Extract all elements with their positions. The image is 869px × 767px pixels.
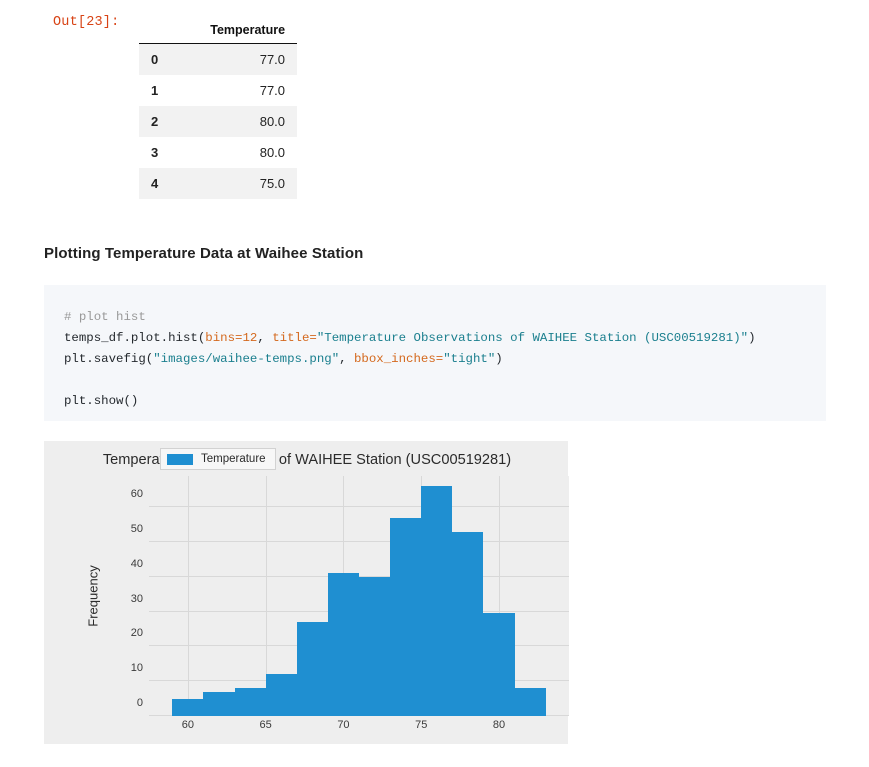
table-body: 0 77.0 1 77.0 2 80.0 3 80.0 4 75.0	[139, 43, 298, 199]
table-header: Temperature	[139, 20, 298, 44]
code-token-bbox-kw: bbox_inches=	[354, 352, 444, 366]
code-token-tight-string: "tight"	[443, 352, 496, 366]
output-prompt: Out[23]:	[53, 15, 120, 30]
code-source[interactable]: # plot hist temps_df.plot.hist(bins=12, …	[44, 285, 826, 412]
histogram-figure: Temperature Observations of WAIHEE Stati…	[44, 441, 569, 744]
x-axis-tick-label: 65	[259, 719, 272, 731]
y-axis-tick-label: 10	[130, 662, 143, 675]
code-token-close-2: )	[495, 352, 503, 366]
y-gridline	[149, 541, 569, 543]
code-token-call-savefig: plt.savefig(	[64, 352, 154, 366]
code-cell[interactable]: # plot hist temps_df.plot.hist(bins=12, …	[44, 285, 826, 421]
code-token-call-hist: temps_df.plot.hist(	[64, 331, 206, 345]
chart-plot-area: Frequency 0 10 20 30 40 50 60 60 65 70 75 80 Temper…	[86, 448, 569, 731]
table-cell-temperature: 80.0	[259, 145, 286, 160]
code-comment: # plot hist	[64, 310, 146, 324]
y-axis-tick-label: 50	[130, 523, 143, 536]
code-token-show: plt.show()	[64, 394, 139, 408]
y-axis-tick-label: 20	[130, 627, 143, 640]
histogram-bar	[359, 576, 391, 716]
dataframe-table-wrapper: Temperature 0 77.0 1 77.0 2 80.0 3 80.0 4 75.0	[139, 20, 298, 199]
x-gridline	[187, 476, 189, 716]
code-token-path-string: "images/waihee-temps.png"	[153, 352, 340, 366]
table-cell-temperature: 80.0	[259, 114, 286, 129]
histogram-bar	[452, 531, 484, 716]
histogram-bar	[514, 688, 546, 716]
table-cell-index: 2	[151, 114, 159, 129]
column-header-temperature: Temperature	[198, 20, 298, 44]
table-cell-temperature: 77.0	[259, 52, 286, 67]
histogram-bar	[203, 691, 235, 716]
y-gridline	[149, 506, 569, 508]
chart-title: Temperature Observations of WAIHEE Stati…	[102, 452, 512, 468]
table-cell-index: 0	[151, 52, 159, 67]
histogram-bar	[296, 622, 328, 716]
table-row: 0 77.0	[139, 43, 298, 75]
legend-swatch-temperature	[167, 453, 193, 465]
section-heading: Plotting Temperature Data at Waihee Stat…	[44, 245, 364, 262]
y-axis-tick-label: 0	[136, 697, 143, 709]
table-row: 3 80.0	[139, 137, 298, 168]
x-axis-tick-label: 60	[181, 719, 194, 731]
code-token-close-1: )	[748, 331, 756, 345]
code-token-comma-1: ,	[257, 331, 273, 345]
table-cell-index: 4	[151, 176, 159, 191]
histogram-bar	[390, 517, 422, 716]
y-axis-tick-label: 60	[130, 488, 143, 501]
table-cell-temperature: 75.0	[259, 176, 286, 191]
table-cell-temperature: 77.0	[259, 83, 286, 98]
legend-label-temperature: Temperature	[201, 453, 266, 465]
dataframe-table: Temperature 0 77.0 1 77.0 2 80.0 3 80.0 4 75.0	[139, 20, 298, 199]
x-axis-tick-label: 70	[337, 719, 350, 731]
table-row: 2 80.0	[139, 106, 298, 137]
histogram-bar	[234, 688, 266, 716]
code-token-comma-2: ,	[339, 352, 354, 366]
histogram-bar	[421, 486, 453, 716]
table-cell-index: 3	[151, 145, 159, 160]
x-axis-tick-label: 80	[492, 719, 506, 731]
histogram-bar	[265, 674, 297, 716]
column-header-index	[139, 20, 199, 44]
table-row: 1 77.0	[139, 75, 298, 106]
code-token-title-kw: title=	[272, 331, 317, 345]
code-token-title-string: "Temperature Observations of WAIHEE Stat…	[316, 331, 749, 345]
histogram-bar	[327, 573, 359, 716]
table-header-row: Temperature	[139, 20, 298, 44]
chart-legend[interactable]: Temperature	[160, 448, 276, 470]
histogram-bar	[172, 698, 204, 716]
histogram-bar	[483, 613, 515, 716]
table-row: 4 75.0	[139, 168, 298, 199]
table-cell-index: 1	[151, 83, 159, 98]
x-axis-tick-label: 75	[415, 719, 428, 731]
y-axis-tick-label: 40	[130, 557, 143, 570]
code-token-bins: bins=12	[205, 331, 258, 345]
y-axis-tick-label: 30	[130, 592, 143, 605]
